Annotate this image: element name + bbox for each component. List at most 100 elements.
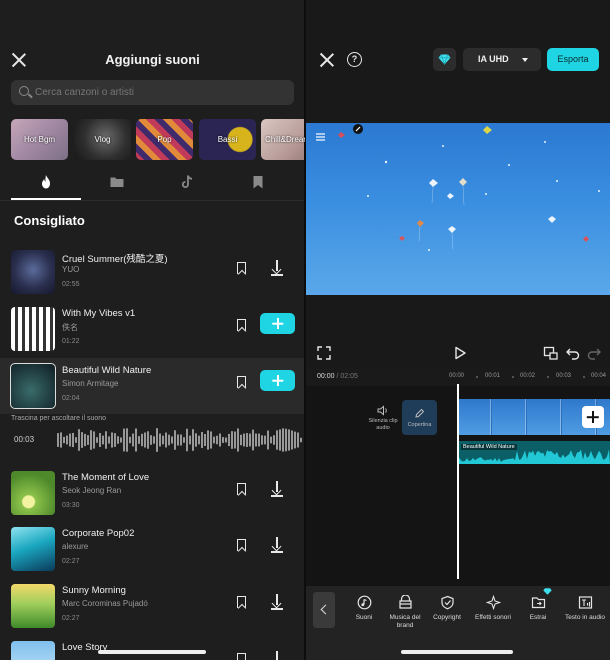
tool-effetti-sonori[interactable]: Effetti sonori bbox=[470, 595, 516, 622]
fullscreen-icon[interactable] bbox=[316, 345, 332, 361]
genre-chill-dreamy[interactable]: Chill&Dreamy bbox=[261, 119, 305, 160]
track-item-selected[interactable]: Beautiful Wild Nature Simon Armitage 02:… bbox=[0, 358, 305, 414]
add-track-button[interactable] bbox=[260, 370, 295, 391]
tick-dot bbox=[512, 376, 514, 378]
diamond-icon bbox=[438, 54, 451, 65]
menu-lines-icon bbox=[316, 133, 325, 141]
track-item[interactable]: Corporate Pop02 alexure 02:27 bbox=[0, 521, 305, 577]
bookmark-icon[interactable] bbox=[237, 319, 246, 331]
redo-icon[interactable] bbox=[586, 345, 602, 361]
track-cover bbox=[11, 641, 55, 660]
bookmark-icon[interactable] bbox=[237, 653, 246, 660]
track-item[interactable]: Sunny Morning Marc Corominas Pujadó 02:2… bbox=[0, 578, 305, 634]
genre-label: Vlog bbox=[94, 134, 111, 144]
bookmark-icon[interactable] bbox=[237, 539, 246, 551]
track-item[interactable]: With My Vibes v1 佚名 01:22 bbox=[0, 301, 305, 357]
pencil-icon bbox=[415, 408, 425, 418]
track-duration: 02:04 bbox=[62, 395, 80, 402]
speaker-icon bbox=[377, 405, 387, 416]
genre-bassi[interactable]: Bassi bbox=[199, 119, 256, 160]
tool-estrai[interactable]: Estrai bbox=[515, 588, 561, 622]
editor-panel: ? IA UHD Esporta 00:00 / 02:05 00:00 00:… bbox=[306, 0, 610, 660]
search-icon bbox=[19, 86, 29, 96]
track-title: Beautiful Wild Nature bbox=[62, 365, 152, 376]
search-input[interactable] bbox=[35, 84, 285, 101]
mute-clip-audio-button[interactable]: Silenzia clip audio bbox=[366, 405, 400, 432]
genre-label: Bassi bbox=[217, 134, 238, 144]
sparkle-icon bbox=[485, 595, 501, 610]
track-cover bbox=[11, 250, 55, 294]
search-bar[interactable] bbox=[11, 80, 294, 105]
help-icon[interactable]: ? bbox=[347, 52, 362, 67]
track-cover bbox=[11, 471, 55, 515]
waveform-hint: Trascina per ascoltare il suono bbox=[11, 415, 107, 422]
track-cover bbox=[10, 363, 56, 409]
track-cover bbox=[11, 307, 55, 351]
track-artist: 佚名 bbox=[62, 323, 78, 332]
track-artist: Simon Armitage bbox=[62, 379, 119, 388]
home-indicator bbox=[98, 650, 206, 654]
folder-icon[interactable] bbox=[109, 174, 125, 190]
genre-vlog[interactable]: Vlog bbox=[74, 119, 131, 160]
tool-label: Copyright bbox=[433, 614, 461, 621]
download-icon[interactable] bbox=[270, 260, 284, 276]
genre-pop[interactable]: Pop bbox=[136, 119, 193, 160]
add-sounds-panel: Aggiungi suoni Hot Bgm Vlog Pop Bassi Ch… bbox=[0, 0, 305, 660]
flame-icon[interactable] bbox=[38, 174, 54, 190]
music-note-icon bbox=[357, 595, 371, 610]
bookmark-icon[interactable] bbox=[237, 483, 246, 495]
track-title: The Moment of Love bbox=[62, 472, 150, 483]
tool-musica-del-brand[interactable]: Musica del brand bbox=[382, 595, 428, 629]
track-item[interactable]: Love Story bbox=[0, 635, 305, 660]
back-button[interactable] bbox=[313, 592, 335, 628]
tool-testo-in-audio[interactable]: Testo in audio bbox=[562, 595, 608, 622]
track-duration: 03:30 bbox=[62, 502, 80, 509]
undo-icon[interactable] bbox=[565, 345, 581, 361]
genre-hot-bgm[interactable]: Hot Bgm bbox=[11, 119, 68, 160]
play-icon[interactable] bbox=[452, 345, 468, 361]
audio-clip[interactable]: Beautiful Wild Nature bbox=[457, 441, 610, 464]
track-duration: 02:27 bbox=[62, 558, 80, 565]
audio-clip-label: Beautiful Wild Nature bbox=[461, 444, 517, 450]
download-icon[interactable] bbox=[270, 651, 284, 660]
bookmark-icon[interactable] bbox=[237, 596, 246, 608]
tool-copyright[interactable]: Copyright bbox=[424, 595, 470, 622]
track-duration: 01:22 bbox=[62, 338, 80, 345]
bookmark-icon[interactable] bbox=[237, 262, 246, 274]
premium-button[interactable] bbox=[433, 48, 456, 71]
keyframe-icon[interactable] bbox=[543, 345, 559, 361]
brand-music-icon bbox=[398, 595, 412, 609]
playhead[interactable] bbox=[457, 384, 459, 579]
tick-label: 00:02 bbox=[520, 373, 536, 379]
caret-down-icon bbox=[522, 58, 528, 62]
cover-button[interactable]: Copertina bbox=[402, 400, 437, 435]
download-icon[interactable] bbox=[270, 481, 284, 497]
export-button[interactable]: Esporta bbox=[547, 48, 599, 71]
audio-waveform[interactable] bbox=[57, 426, 305, 454]
tool-label: Testo in audio bbox=[564, 614, 606, 621]
download-icon[interactable] bbox=[270, 537, 284, 553]
panel-title: Aggiungi suoni bbox=[105, 52, 200, 67]
download-icon[interactable] bbox=[270, 594, 284, 610]
total-time: / 02:05 bbox=[336, 373, 358, 380]
home-indicator bbox=[401, 650, 513, 654]
track-item[interactable]: Cruel Summer(残酷之夏) YUO 02:55 bbox=[0, 244, 305, 300]
tick-dot bbox=[583, 376, 585, 378]
add-clip-button[interactable] bbox=[582, 406, 604, 428]
bookmark-icon[interactable] bbox=[237, 376, 246, 388]
add-track-button[interactable] bbox=[260, 313, 295, 334]
tool-label: Estrai bbox=[529, 614, 547, 621]
audio-waveform-shape bbox=[457, 449, 610, 464]
extract-folder-icon bbox=[531, 597, 545, 609]
tool-suoni[interactable]: Suoni bbox=[341, 595, 387, 622]
tiktok-icon[interactable] bbox=[179, 174, 195, 190]
quality-dropdown[interactable]: IA UHD bbox=[463, 48, 541, 71]
tab-divider bbox=[0, 200, 305, 201]
track-artist: alexure bbox=[62, 542, 89, 551]
bookmark-icon[interactable] bbox=[250, 174, 266, 190]
close-icon[interactable] bbox=[320, 53, 334, 67]
track-item[interactable]: The Moment of Love Seok Jeong Ran 03:30 bbox=[0, 465, 305, 521]
tick-label: 00:00 bbox=[449, 373, 465, 379]
section-title: Consigliato bbox=[14, 213, 85, 228]
video-preview[interactable] bbox=[306, 123, 610, 295]
